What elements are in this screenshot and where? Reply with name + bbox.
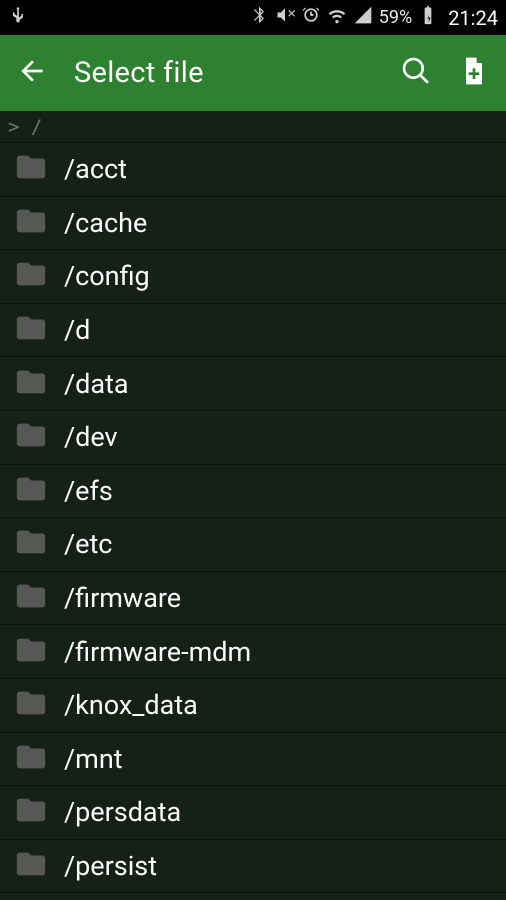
list-item[interactable]: /persist (0, 840, 506, 894)
wifi-icon (327, 5, 347, 30)
battery-icon (418, 5, 438, 30)
folder-icon (14, 793, 48, 831)
list-item[interactable]: /acct (0, 143, 506, 197)
list-item[interactable]: /firmware-mdm (0, 625, 506, 679)
bluetooth-icon (249, 5, 269, 30)
new-file-button[interactable] (452, 49, 496, 97)
file-name-label: /data (64, 368, 129, 400)
file-name-label: /persist (64, 850, 157, 882)
folder-icon (14, 847, 48, 885)
list-item[interactable]: /data (0, 357, 506, 411)
folder-icon (14, 418, 48, 456)
usb-icon (8, 5, 28, 30)
folder-icon (14, 150, 48, 188)
file-name-label: /dev (64, 421, 118, 453)
status-bar: 59% 21:24 (0, 0, 506, 35)
file-name-label: /firmware-mdm (64, 636, 251, 668)
list-item[interactable]: /firmware (0, 572, 506, 626)
file-name-label: /d (64, 314, 90, 346)
folder-icon (14, 311, 48, 349)
list-item[interactable]: /knox_data (0, 679, 506, 733)
alarm-icon (301, 5, 321, 30)
file-list[interactable]: /acct/cache/config/d/data/dev/efs/etc/fi… (0, 143, 506, 900)
search-button[interactable] (394, 49, 438, 97)
breadcrumb[interactable]: > / (0, 111, 506, 143)
list-item[interactable]: /config (0, 250, 506, 304)
app-bar: Select file (0, 35, 506, 111)
folder-icon (14, 257, 48, 295)
file-name-label: /persdata (64, 796, 181, 828)
signal-icon (353, 5, 373, 30)
file-name-label: /knox_data (64, 689, 198, 721)
file-name-label: /firmware (64, 582, 181, 614)
file-name-label: /acct (64, 153, 127, 185)
list-item[interactable]: /d (0, 304, 506, 358)
folder-icon (14, 579, 48, 617)
file-name-label: /mnt (64, 743, 123, 775)
search-icon (400, 55, 432, 87)
folder-icon (14, 204, 48, 242)
app-bar-title: Select file (74, 56, 380, 90)
folder-icon (14, 525, 48, 563)
list-item[interactable]: /etc (0, 518, 506, 572)
mute-icon (275, 5, 295, 30)
file-name-label: /cache (64, 207, 147, 239)
file-name-label: /config (64, 260, 150, 292)
list-item[interactable]: /persdata (0, 786, 506, 840)
back-button[interactable] (10, 49, 54, 97)
folder-icon (14, 686, 48, 724)
breadcrumb-path: > / (8, 116, 42, 138)
list-item[interactable]: /mnt (0, 733, 506, 787)
list-item[interactable]: /cache (0, 197, 506, 251)
folder-icon (14, 365, 48, 403)
battery-percent-label: 59% (379, 7, 412, 28)
clock-label: 21:24 (448, 6, 498, 30)
folder-icon (14, 740, 48, 778)
file-name-label: /etc (64, 528, 112, 560)
folder-icon (14, 633, 48, 671)
arrow-back-icon (16, 55, 48, 87)
file-add-icon (458, 55, 490, 87)
file-name-label: /efs (64, 475, 113, 507)
folder-icon (14, 472, 48, 510)
list-item[interactable]: /dev (0, 411, 506, 465)
list-item[interactable]: /efs (0, 465, 506, 519)
